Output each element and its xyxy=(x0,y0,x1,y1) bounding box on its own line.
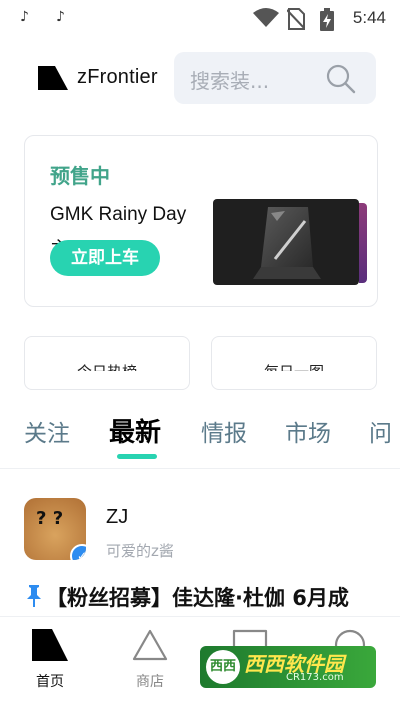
feed-tabs: 关注 最新 情报 市场 问 xyxy=(0,404,400,469)
search-icon[interactable] xyxy=(326,64,356,94)
avatar-text: ? ? xyxy=(36,508,64,529)
tiktok-icon: ♪ xyxy=(56,9,65,25)
tiktok-icon: ♪ xyxy=(20,9,29,25)
status-bar: ♪ ♪ 5:44 xyxy=(0,0,400,36)
post-title[interactable]: 【粉丝招募】佳达隆·杜伽 6月成 xyxy=(46,582,349,612)
verified-icon: ✓ xyxy=(70,544,86,560)
avatar[interactable]: ? ? ✓ xyxy=(24,498,86,560)
keycap-artwork xyxy=(253,207,321,279)
zfrontier-logo-icon xyxy=(38,66,68,90)
home-icon xyxy=(32,629,68,661)
subcard-label: 每日一图 xyxy=(212,361,376,371)
no-sim-icon xyxy=(287,8,305,30)
tab-market[interactable]: 市场 xyxy=(285,414,331,448)
author-subtitle: 可爱的z酱 xyxy=(106,542,174,560)
active-tab-indicator xyxy=(117,454,157,459)
tab-news[interactable]: 情报 xyxy=(201,414,247,448)
tab-follow[interactable]: 关注 xyxy=(24,414,70,448)
subcard-label: 今日热榜 xyxy=(25,361,189,371)
battery-charging-icon xyxy=(320,8,334,31)
author-name[interactable]: ZJ xyxy=(106,506,128,529)
tab-latest[interactable]: 最新 xyxy=(109,412,161,449)
feed-post[interactable]: ? ? ✓ ZJ 可爱的z酱 【粉丝招募】佳达隆·杜伽 6月成 xyxy=(0,498,400,616)
tab-questions[interactable]: 问 xyxy=(369,414,392,448)
nav-label: 首页 xyxy=(36,674,64,690)
site-watermark: 西西 西西软件园 CR173.com xyxy=(200,646,376,688)
subcard-hot[interactable]: 今日热榜 xyxy=(24,336,190,390)
presale-tag: 预售中 xyxy=(50,164,110,188)
subcard-daily[interactable]: 每日一图 xyxy=(211,336,377,390)
nav-shop[interactable]: 商店 xyxy=(100,617,200,701)
nav-home[interactable]: 首页 xyxy=(0,617,100,701)
search-placeholder[interactable]: 搜索装... xyxy=(190,65,269,94)
app-logo-text: zFrontier xyxy=(77,66,158,88)
presale-title: GMK Rainy Day xyxy=(50,204,187,225)
keycap-image[interactable] xyxy=(213,199,359,285)
next-banner-edge xyxy=(359,203,367,283)
presale-card[interactable]: 预售中 GMK Rainy Day 主题... 立即上车 xyxy=(24,135,378,307)
buy-now-button[interactable]: 立即上车 xyxy=(50,240,160,276)
watermark-url: CR173.com xyxy=(286,672,344,683)
pin-icon xyxy=(27,585,41,607)
nav-label: 商店 xyxy=(136,674,164,690)
watermark-logo: 西西 xyxy=(206,650,240,684)
wifi-icon xyxy=(253,8,279,27)
clock: 5:44 xyxy=(352,8,386,27)
shop-icon xyxy=(132,629,168,661)
app-header: zFrontier 搜索装... xyxy=(0,52,400,104)
search-bar[interactable]: 搜索装... xyxy=(174,52,376,104)
